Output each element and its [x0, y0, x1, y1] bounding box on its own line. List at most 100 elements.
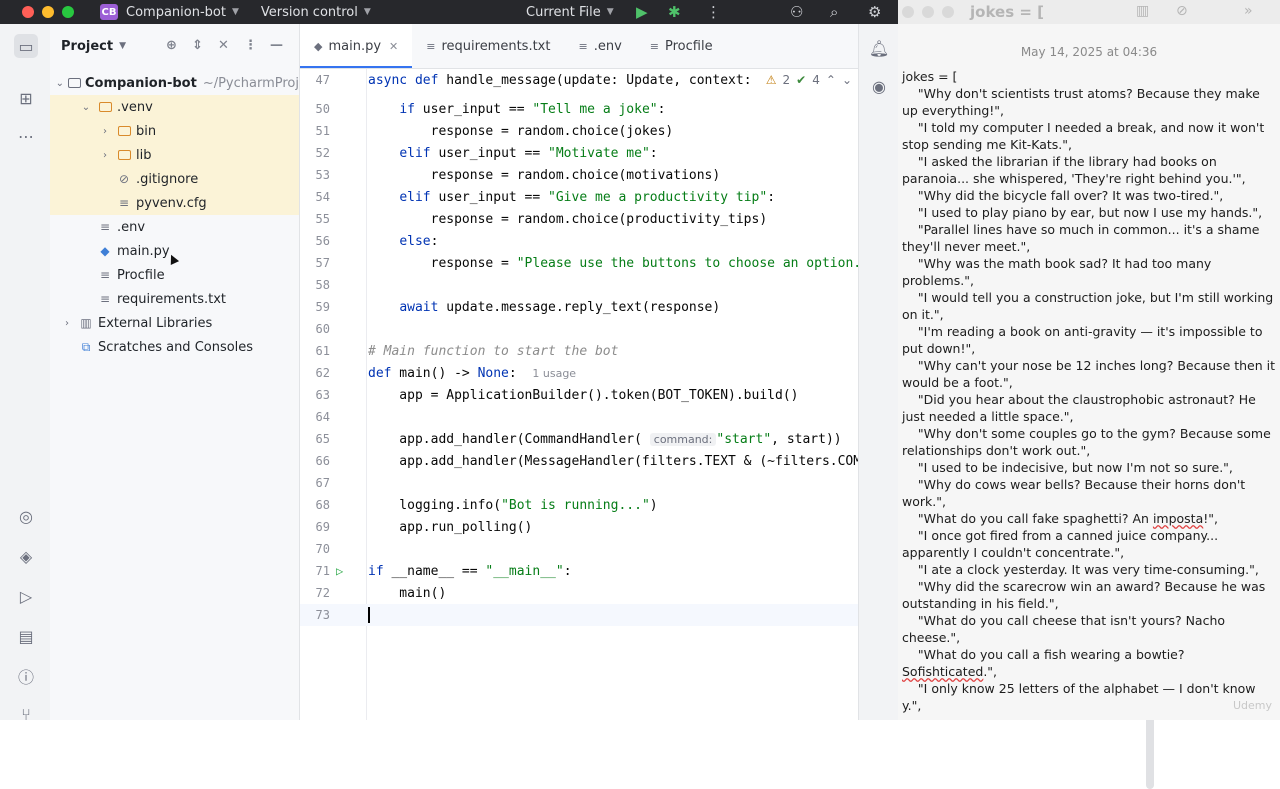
project-tree-item[interactable]: › bin [50, 119, 299, 143]
code-line[interactable]: 61 # Main function to start the bot [300, 340, 858, 362]
audio-waveform-icon[interactable]: ▥ [1136, 3, 1149, 19]
project-folder-icon[interactable]: ▭ [14, 34, 38, 58]
chevron-up-icon[interactable]: ⌃ [826, 73, 836, 87]
share-collaborate-icon[interactable]: ⊘ [1176, 3, 1188, 19]
tab-procfile[interactable]: ≡ Procfile [636, 24, 727, 68]
terminal-icon[interactable]: ▤ [14, 624, 38, 648]
tab-env[interactable]: ≡ .env [564, 24, 635, 68]
debug-icon[interactable]: ✱ [668, 0, 681, 24]
minimize-window-button[interactable] [922, 6, 934, 18]
zoom-window-button[interactable] [62, 6, 74, 18]
add-user-icon[interactable]: ⚇ [790, 0, 803, 24]
line-number[interactable]: 73 [300, 608, 330, 622]
code-line[interactable]: 62 def main() -> None: 1 usage [300, 362, 858, 384]
chevron-down-icon[interactable]: ⌄ [56, 78, 64, 89]
layers-icon[interactable]: ◈ [14, 544, 38, 568]
code-line[interactable]: 53 response = random.choice(motivations) [300, 164, 858, 186]
code-line[interactable]: 68 logging.info("Bot is running...") [300, 494, 858, 516]
code-line[interactable]: 60 [300, 318, 858, 340]
locate-file-icon[interactable]: ⊕ [166, 38, 177, 53]
line-number[interactable]: 57 [300, 256, 330, 270]
code-line[interactable]: 59 await update.message.reply_text(respo… [300, 296, 858, 318]
line-number[interactable]: 70 [300, 542, 330, 556]
code-line[interactable]: 51 response = random.choice(jokes) [300, 120, 858, 142]
project-tree-item[interactable]: ⊘ .gitignore [50, 167, 299, 191]
inspection-widget[interactable]: ⚠ 2 ✔ 4 ⌃ ⌄ [759, 69, 858, 91]
zoom-window-button[interactable] [942, 6, 954, 18]
tab-requirements-txt[interactable]: ≡ requirements.txt [412, 24, 564, 68]
project-switcher[interactable]: Companion-bot [126, 5, 226, 20]
close-window-button[interactable] [902, 6, 914, 18]
project-tree-item[interactable]: ⌄ .venv [50, 95, 299, 119]
run-gutter-icon[interactable]: ▷ [336, 564, 343, 578]
line-number[interactable]: 53 [300, 168, 330, 182]
close-window-button[interactable] [22, 6, 34, 18]
line-number[interactable]: 65 [300, 432, 330, 446]
git-icon[interactable]: ⑂ [14, 702, 38, 726]
more-tools-icon[interactable]: ⋯ [14, 124, 38, 148]
line-number[interactable]: 56 [300, 234, 330, 248]
chevron-right-icon[interactable]: › [98, 126, 112, 137]
hide-panel-icon[interactable]: — [270, 38, 283, 53]
line-number[interactable]: 69 [300, 520, 330, 534]
line-number[interactable]: 58 [300, 278, 330, 292]
line-number[interactable]: 47 [300, 73, 330, 87]
project-tree-item[interactable]: ≡ .env [50, 215, 299, 239]
close-panel-icon[interactable]: ✕ [218, 38, 229, 53]
code-line[interactable]: 64 [300, 406, 858, 428]
run-configuration-selector[interactable]: Current File ▼ [526, 0, 614, 24]
line-number[interactable]: 61 [300, 344, 330, 358]
code-line[interactable]: 70 [300, 538, 858, 560]
window-controls[interactable] [22, 6, 74, 18]
line-number[interactable]: 55 [300, 212, 330, 226]
chevron-right-icon[interactable]: › [98, 150, 112, 161]
chevron-right-double-icon[interactable]: » [1244, 3, 1253, 19]
code-line[interactable]: 66 app.add_handler(MessageHandler(filter… [300, 450, 862, 472]
project-tree-item[interactable]: ⌄ Companion-bot ~/PycharmProj [50, 71, 299, 95]
version-control-menu[interactable]: Version control [261, 5, 358, 20]
settings-gear-icon[interactable]: ⚙ [868, 0, 881, 24]
code-line[interactable]: 72 main() [300, 582, 858, 604]
line-number[interactable]: 71 [300, 564, 330, 578]
problems-icon[interactable]: ⓘ [14, 664, 38, 688]
project-badge[interactable]: CB [100, 4, 118, 20]
line-number[interactable]: 72 [300, 586, 330, 600]
code-line[interactable]: 71 ▷ if __name__ == "__main__": [300, 560, 858, 582]
line-number[interactable]: 64 [300, 410, 330, 424]
line-number[interactable]: 67 [300, 476, 330, 490]
code-line[interactable]: 69 app.run_polling() [300, 516, 858, 538]
code-line[interactable]: 63 app = ApplicationBuilder().token(BOT_… [300, 384, 858, 406]
code-line[interactable]: 54 elif user_input == "Give me a product… [300, 186, 858, 208]
project-tree-item[interactable]: ≡ Procfile [50, 263, 299, 287]
close-tab-icon[interactable]: ✕ [389, 40, 398, 53]
tab-main-py[interactable]: ◆ main.py ✕ [300, 24, 413, 68]
code-line[interactable]: 57 response = "Please use the buttons to… [300, 252, 862, 274]
project-view-selector[interactable]: Project [61, 39, 113, 54]
code-editor[interactable]: 47 async def handle_message(update: Updat… [300, 69, 1154, 789]
minimize-window-button[interactable] [42, 6, 54, 18]
run-icon[interactable]: ▶ [636, 0, 648, 24]
options-icon[interactable]: ⋮ [244, 38, 257, 53]
project-tree-item[interactable]: › lib [50, 143, 299, 167]
code-line[interactable]: 65 app.add_handler(CommandHandler( comma… [300, 428, 858, 450]
code-line[interactable]: 73 [300, 604, 858, 626]
line-number[interactable]: 50 [300, 102, 330, 116]
expand-collapse-icon[interactable]: ⇕ [192, 38, 203, 53]
code-line[interactable]: 58 [300, 274, 858, 296]
code-line[interactable]: 56 else: [300, 230, 858, 252]
project-tree-item[interactable]: › ▥ External Libraries [50, 311, 299, 335]
more-actions-icon[interactable]: ⋮ [706, 0, 721, 24]
search-icon[interactable]: ⌕ [830, 0, 838, 24]
code-line[interactable]: 55 response = random.choice(productivity… [300, 208, 858, 230]
chevron-right-icon[interactable]: › [60, 318, 74, 329]
project-tree-item[interactable]: ≡ requirements.txt [50, 287, 299, 311]
line-number[interactable]: 59 [300, 300, 330, 314]
line-number[interactable]: 54 [300, 190, 330, 204]
structure-icon[interactable]: ⊞ [14, 86, 38, 110]
code-line[interactable]: 52 elif user_input == "Motivate me": [300, 142, 858, 164]
line-number[interactable]: 68 [300, 498, 330, 512]
ai-assistant-icon[interactable]: ◉ [867, 74, 891, 98]
python-console-icon[interactable]: ◎ [14, 504, 38, 528]
line-number[interactable]: 62 [300, 366, 330, 380]
notifications-bell-icon[interactable]: 🔔︎ [867, 36, 891, 60]
